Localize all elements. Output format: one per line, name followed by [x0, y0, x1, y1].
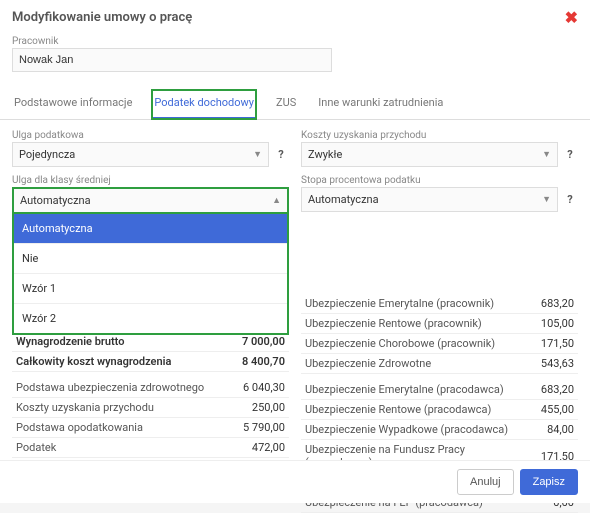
- table-row: Koszty uzyskania przychodu250,00: [12, 398, 289, 418]
- row-value: 6 040,30: [233, 378, 289, 398]
- row-label: Całkowity koszt wynagrodzenia: [12, 352, 223, 372]
- row-label: Ubezpieczenie Rentowe (pracodawca): [301, 400, 537, 420]
- help-icon[interactable]: ?: [562, 148, 578, 161]
- middle-class-relief-dropdown: Automatyczna Nie Wzór 1 Wzór 2: [12, 214, 289, 335]
- tab-other[interactable]: Inne warunki zatrudnienia: [316, 90, 445, 119]
- table-row: Ubezpieczenie Zdrowotne543,63: [301, 354, 578, 374]
- table-row: Ubezpieczenie Wypadkowe (pracodawca)84,0…: [301, 420, 578, 440]
- income-cost-select[interactable]: Zwykłe ▼: [301, 142, 558, 167]
- chevron-down-icon: ▼: [536, 194, 557, 205]
- row-label: Ubezpieczenie Emerytalne (pracownik): [301, 294, 530, 314]
- dropdown-option-no[interactable]: Nie: [14, 244, 287, 274]
- row-label: Podstawa opodatkowania: [12, 418, 233, 438]
- tax-relief-label: Ulga podatkowa: [12, 130, 289, 141]
- middle-class-relief-group: Ulga dla klasy średniej Automatyczna ▲ A…: [12, 175, 289, 214]
- row-value: 543,63: [530, 354, 578, 374]
- help-icon[interactable]: ?: [273, 148, 289, 161]
- tax-relief-select[interactable]: Pojedyncza ▼: [12, 142, 269, 167]
- income-cost-group: Koszty uzyskania przychodu Zwykłe ▼ ?: [301, 130, 578, 167]
- table-row: Podstawa ubezpieczenia zdrowotnego6 040,…: [12, 378, 289, 398]
- tax-rate-group: Stopa procentowa podatku Automatyczna ▼ …: [301, 175, 578, 212]
- row-label: Ubezpieczenie Chorobowe (pracownik): [301, 334, 530, 354]
- tax-rate-value: Automatyczna: [302, 188, 536, 211]
- row-value: 8 400,70: [223, 352, 289, 372]
- cancel-button[interactable]: Anuluj: [457, 469, 514, 495]
- table-row: Ubezpieczenie Emerytalne (pracodawca)683…: [301, 380, 578, 400]
- modal-header: Modyfikowanie umowy o pracę ✖: [0, 0, 590, 32]
- tax-relief-value: Pojedyncza: [13, 143, 247, 166]
- employee-insurance-table: Ubezpieczenie Emerytalne (pracownik)683,…: [301, 294, 578, 374]
- row-value: 250,00: [233, 398, 289, 418]
- dropdown-option-wzor1[interactable]: Wzór 1: [14, 274, 287, 304]
- employee-label: Pracownik: [12, 36, 578, 47]
- row-value: 5 790,00: [233, 418, 289, 438]
- row-label: Ubezpieczenie Wypadkowe (pracodawca): [301, 420, 537, 440]
- row-value: 683,20: [530, 294, 578, 314]
- chevron-up-icon: ▲: [266, 195, 287, 206]
- middle-class-relief-select[interactable]: Automatyczna ▲: [12, 187, 289, 214]
- table-row: Podatek472,00: [12, 438, 289, 458]
- row-label: Ubezpieczenie Rentowe (pracownik): [301, 314, 530, 334]
- row-label: Podatek: [12, 438, 233, 458]
- right-column: Koszty uzyskania przychodu Zwykłe ▼ ? St…: [301, 130, 578, 513]
- left-column: Ulga podatkowa Pojedyncza ▼ ? Ulga dla k…: [12, 130, 289, 513]
- tax-rate-select[interactable]: Automatyczna ▼: [301, 187, 558, 212]
- modal-footer: Anuluj Zapisz: [0, 460, 590, 503]
- tab-basic[interactable]: Podstawowe informacje: [12, 90, 134, 119]
- middle-class-relief-value: Automatyczna: [14, 189, 266, 212]
- employee-input[interactable]: [12, 48, 332, 72]
- salary-summary-table: Wynagrodzenie brutto7 000,00 Całkowity k…: [12, 332, 289, 372]
- row-value: 105,00: [530, 314, 578, 334]
- tax-relief-group: Ulga podatkowa Pojedyncza ▼ ?: [12, 130, 289, 167]
- income-cost-label: Koszty uzyskania przychodu: [301, 130, 578, 141]
- row-value: 472,00: [233, 438, 289, 458]
- help-icon[interactable]: ?: [562, 193, 578, 206]
- row-label: Koszty uzyskania przychodu: [12, 398, 233, 418]
- row-value: 84,00: [537, 420, 578, 440]
- table-row: Ubezpieczenie Emerytalne (pracownik)683,…: [301, 294, 578, 314]
- table-row: Ubezpieczenie Rentowe (pracownik)105,00: [301, 314, 578, 334]
- tab-zus[interactable]: ZUS: [274, 90, 298, 119]
- table-row: Podstawa opodatkowania5 790,00: [12, 418, 289, 438]
- table-row: Ubezpieczenie Rentowe (pracodawca)455,00: [301, 400, 578, 420]
- tax-rate-label: Stopa procentowa podatku: [301, 175, 578, 186]
- row-label: Ubezpieczenie Emerytalne (pracodawca): [301, 380, 537, 400]
- table-row: Całkowity koszt wynagrodzenia8 400,70: [12, 352, 289, 372]
- income-cost-value: Zwykłe: [302, 143, 536, 166]
- save-button[interactable]: Zapisz: [520, 469, 578, 495]
- middle-class-relief-label: Ulga dla klasy średniej: [12, 175, 289, 186]
- tabs: Podstawowe informacje Podatek dochodowy …: [0, 90, 590, 120]
- chevron-down-icon: ▼: [536, 149, 557, 160]
- row-value: 683,20: [537, 380, 578, 400]
- close-icon[interactable]: ✖: [565, 10, 578, 26]
- tax-basis-table: Podstawa ubezpieczenia zdrowotnego6 040,…: [12, 378, 289, 458]
- table-row: Ubezpieczenie Chorobowe (pracownik)171,5…: [301, 334, 578, 354]
- dropdown-option-auto[interactable]: Automatyczna: [14, 214, 287, 244]
- dropdown-option-wzor2[interactable]: Wzór 2: [14, 304, 287, 333]
- row-label: Podstawa ubezpieczenia zdrowotnego: [12, 378, 233, 398]
- chevron-down-icon: ▼: [247, 149, 268, 160]
- content-area: Ulga podatkowa Pojedyncza ▼ ? Ulga dla k…: [0, 120, 590, 513]
- tab-income-tax[interactable]: Podatek dochodowy: [152, 90, 256, 119]
- row-label: Ubezpieczenie Zdrowotne: [301, 354, 530, 374]
- modal-edit-contract: Modyfikowanie umowy o pracę ✖ Pracownik …: [0, 0, 590, 503]
- modal-title: Modyfikowanie umowy o pracę: [12, 10, 192, 25]
- row-value: 455,00: [537, 400, 578, 420]
- row-value: 171,50: [530, 334, 578, 354]
- employee-field-block: Pracownik: [0, 32, 590, 80]
